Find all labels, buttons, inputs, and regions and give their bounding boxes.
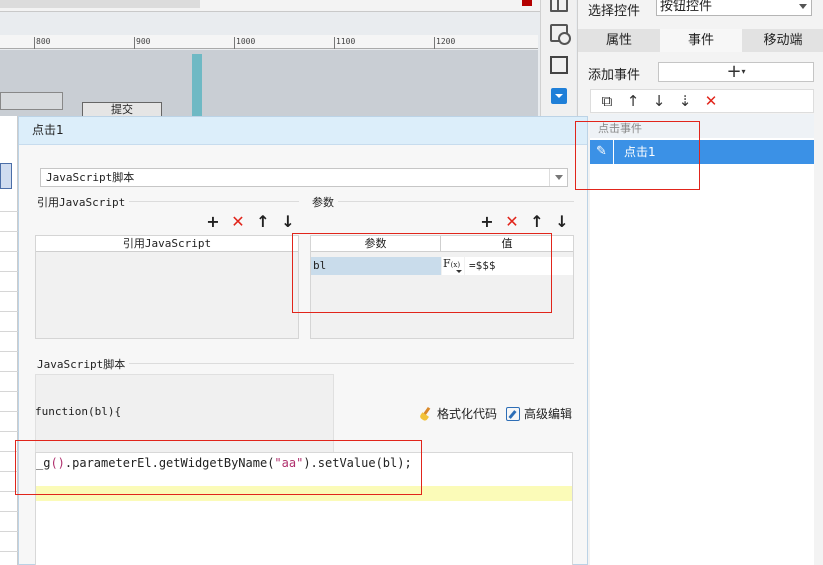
ruler-tick: 900 [133,37,151,49]
design-canvas[interactable]: 提交 [0,50,538,118]
broom-icon [419,407,433,421]
ruler-tick: 800 [33,37,51,49]
delete-icon[interactable]: ✕ [701,91,721,111]
ref-js-section-title: 引用JavaScript [37,194,130,210]
widget-select-value: 按钮控件 [660,0,713,14]
ruler-tick: 1000 [233,37,256,49]
designer-left-grid [0,116,18,565]
chevron-down-icon [549,169,567,186]
script-section-title: JavaScript脚本 [37,356,130,372]
script-type-value: JavaScript脚本 [46,171,135,184]
properties-panel: 选择控件 按钮控件 属性 事件 移动端 添加事件 +▾ ⧉ ↑ ↓ ⇣ ✕ 点击… [577,0,823,565]
arrow-down-icon[interactable]: ↓ [649,91,669,111]
function-signature: function(bl){ [35,405,122,418]
ref-js-toolbar: + ✕ ↑ ↓ [205,212,296,231]
edit-icon [506,406,520,421]
select-widget-label: 选择控件 [588,4,641,19]
ref-js-table[interactable]: 引用JavaScript [35,235,299,339]
canvas-widget[interactable] [0,163,12,189]
dropdown-widget-icon[interactable] [551,88,567,104]
move-down-icon[interactable]: ⇣ [675,91,695,111]
widget-settings-icon[interactable] [550,24,571,45]
properties-tabs: 属性 事件 移动端 [578,29,823,52]
chevron-down-icon [799,4,807,9]
annotation-box [575,121,700,190]
event-dialog: 点击1 JavaScript脚本 引用JavaScript + ✕ ↑ ↓ 引用… [18,116,588,565]
advanced-edit-label: 高级编辑 [524,407,573,421]
copy-icon[interactable]: ⧉ [597,91,617,111]
arrow-up-icon[interactable]: ↑ [255,212,271,231]
tab-mobile[interactable]: 移动端 [742,29,823,52]
params-toolbar: + ✕ ↑ ↓ [479,212,570,231]
delete-icon[interactable]: ✕ [504,212,520,231]
tab-events[interactable]: 事件 [660,29,742,52]
add-icon[interactable]: + [205,212,221,231]
arrow-down-icon[interactable]: ↓ [280,212,296,231]
delete-icon[interactable]: ✕ [230,212,246,231]
ruler-tick: 1200 [433,37,456,49]
tab-attributes[interactable]: 属性 [578,29,660,52]
designer-close-mark [522,0,532,6]
add-icon[interactable]: + [479,212,495,231]
caret-down-icon: ▾ [741,67,746,76]
canvas-text-field[interactable] [0,92,63,110]
divider [312,201,574,202]
canvas-guide-bar [192,54,202,116]
ref-js-column-header: 引用JavaScript [122,237,212,250]
annotation-box [292,233,552,313]
plus-icon: + [726,61,742,82]
frame-icon[interactable] [550,56,568,74]
format-code-label: 格式化代码 [437,407,498,421]
ruler-tick: 1100 [333,37,356,49]
annotation-box [15,440,422,495]
params-section-title: 参数 [312,194,338,210]
arrow-down-icon[interactable]: ↓ [554,212,570,231]
add-event-label: 添加事件 [588,68,641,83]
grid-icon[interactable] [550,0,568,12]
advanced-edit-button[interactable]: 高级编辑 [506,405,572,422]
arrow-up-icon[interactable]: ↑ [623,91,643,111]
horizontal-ruler: 800 900 1000 1100 1200 [0,35,538,49]
script-type-select[interactable]: JavaScript脚本 [40,168,568,187]
arrow-up-icon[interactable]: ↑ [529,212,545,231]
format-code-button[interactable]: 格式化代码 [419,405,497,422]
add-event-button[interactable]: +▾ [658,62,814,82]
event-toolbar: ⧉ ↑ ↓ ⇣ ✕ [590,89,814,113]
dialog-title: 点击1 [19,117,587,145]
designer-top-bar [0,0,540,12]
widget-select[interactable]: 按钮控件 [656,0,812,16]
designer-selection [0,0,200,8]
